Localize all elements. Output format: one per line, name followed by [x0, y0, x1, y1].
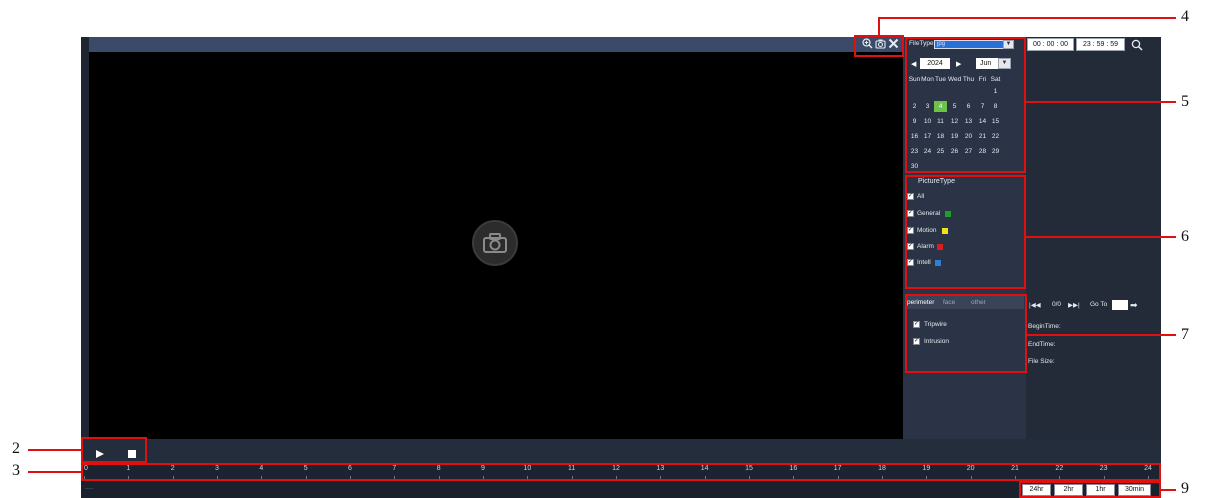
- end-time-input[interactable]: 23 : 59 : 59: [1076, 38, 1125, 51]
- file-list-panel: [1026, 37, 1161, 439]
- playback-control-bar: [81, 439, 1161, 463]
- timeline-zoom-bar: [81, 481, 1161, 498]
- callout-number-9: 9: [1181, 480, 1189, 497]
- callout-box-tools: [854, 35, 904, 57]
- file-size-label: File Size:: [1028, 358, 1055, 365]
- callout-leader-9: [1161, 489, 1176, 491]
- callout-number-4: 4: [1181, 8, 1189, 25]
- callout-number-5: 5: [1181, 93, 1189, 110]
- camera-placeholder-icon: [472, 220, 518, 266]
- callout-leader-7: [1027, 334, 1176, 336]
- callout-number-3: 3: [12, 462, 20, 479]
- callout-leader-2: [28, 449, 81, 451]
- arrow-right-icon[interactable]: ➡: [1130, 300, 1138, 311]
- callout-leader-6: [1026, 236, 1176, 238]
- callout-box-calendar: [905, 37, 1026, 173]
- first-page-icon[interactable]: |◀◀: [1029, 301, 1041, 309]
- goto-page-input[interactable]: [1112, 300, 1128, 310]
- goto-label: Go To: [1090, 301, 1108, 308]
- end-time-label: EndTime:: [1028, 341, 1056, 348]
- callout-box-timeline: [81, 463, 1161, 481]
- video-title-bar: [89, 37, 903, 52]
- callout-number-2: 2: [12, 440, 20, 457]
- left-strip: [81, 37, 89, 439]
- last-page-icon[interactable]: ▶▶|: [1068, 301, 1080, 309]
- callout-box-picturetype: [905, 175, 1026, 289]
- begin-time-label: BeginTime:: [1028, 323, 1061, 330]
- page-count: 0/0: [1052, 301, 1062, 308]
- callout-number-7: 7: [1181, 326, 1189, 343]
- callout-leader-4v: [878, 18, 880, 36]
- callout-number-6: 6: [1181, 228, 1189, 245]
- callout-box-zoom: [1019, 481, 1161, 498]
- callout-box-controls: [81, 437, 147, 463]
- callout-leader-5: [1026, 101, 1176, 103]
- timeline-scroll-handle[interactable]: ──: [85, 486, 94, 492]
- callout-leader-3: [28, 471, 81, 473]
- start-time-input[interactable]: 00 : 00 : 00: [1027, 38, 1074, 51]
- callout-box-smart-tabs: [905, 294, 1027, 373]
- callout-leader-4: [878, 17, 1176, 19]
- search-icon[interactable]: [1131, 38, 1143, 51]
